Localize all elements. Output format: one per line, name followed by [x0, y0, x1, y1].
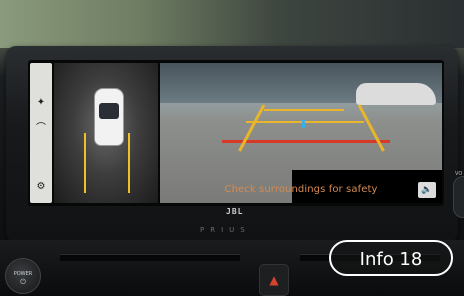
guide-mid	[246, 121, 364, 123]
air-vent-left	[60, 254, 240, 261]
power-button[interactable]: POWER ⏻	[5, 258, 41, 294]
person-glyph: ✦	[36, 97, 46, 108]
guide-line-right	[128, 133, 130, 193]
guide-line-left	[84, 133, 86, 193]
rear-camera-view[interactable]: Check surroundings for safety 🔈	[160, 63, 442, 203]
guide-side-right	[357, 104, 385, 152]
volume-knob[interactable]	[453, 176, 464, 218]
info-badge: Info 18	[329, 240, 453, 276]
camera-sidebar: ✦ ⌒ ⚙	[30, 63, 52, 203]
guide-near-red	[222, 140, 390, 143]
sensor-icon[interactable]: ⌒	[35, 123, 47, 135]
hazard-button[interactable]: ▲	[259, 264, 289, 296]
vehicle-top-icon	[94, 88, 124, 146]
speaker-icon[interactable]: 🔈	[418, 182, 436, 198]
sensor-glyph: ⌒	[36, 123, 46, 134]
person-icon[interactable]: ✦	[35, 97, 47, 109]
guide-far	[264, 109, 344, 111]
windshield-view	[0, 0, 464, 48]
settings-glyph: ⚙	[36, 181, 46, 192]
vehicle-roof-glass	[99, 103, 119, 119]
car-interior-photo: ✦ ⌒ ⚙ Check surroundings for safety 🔈 JB…	[0, 0, 464, 296]
parked-car	[356, 83, 436, 105]
guide-side-left	[238, 104, 266, 152]
prius-logo: PRIUS	[200, 226, 251, 234]
hazard-icon: ▲	[269, 273, 279, 287]
jbl-logo: JBL	[226, 207, 244, 216]
guide-center-marker	[302, 120, 305, 128]
power-label: POWER	[13, 271, 33, 277]
settings-icon[interactable]: ⚙	[35, 181, 47, 193]
top-down-camera-view[interactable]	[54, 63, 158, 203]
power-icon: ⏻	[20, 278, 26, 286]
infotainment-screen: ✦ ⌒ ⚙ Check surroundings for safety 🔈	[28, 60, 444, 206]
safety-message: Check surroundings for safety	[224, 184, 378, 195]
